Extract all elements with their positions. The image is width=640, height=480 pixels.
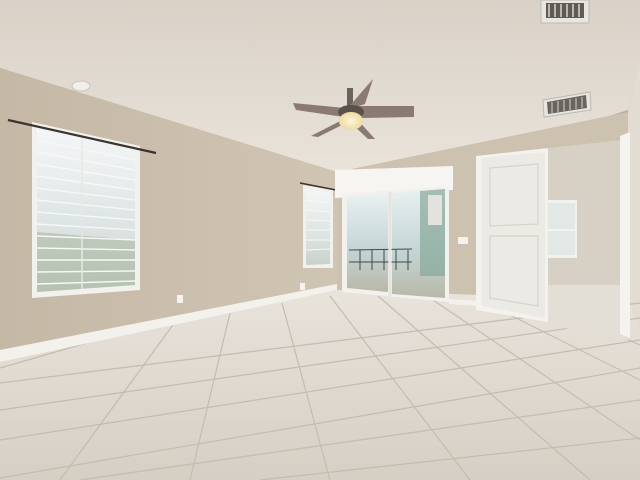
outlet-back (300, 283, 305, 290)
right-door-frame (620, 132, 630, 338)
interior-door (476, 148, 548, 322)
fan-light (339, 112, 363, 130)
left-window (32, 122, 140, 298)
ceiling-vent-top (540, 0, 590, 24)
room-scene (0, 0, 640, 480)
smoke-detector (71, 80, 91, 92)
light-switch (458, 237, 468, 244)
outlet-left (177, 295, 183, 303)
middle-window (303, 185, 333, 268)
sliding-glass-door (335, 166, 453, 302)
adjacent-room-window (546, 200, 577, 258)
